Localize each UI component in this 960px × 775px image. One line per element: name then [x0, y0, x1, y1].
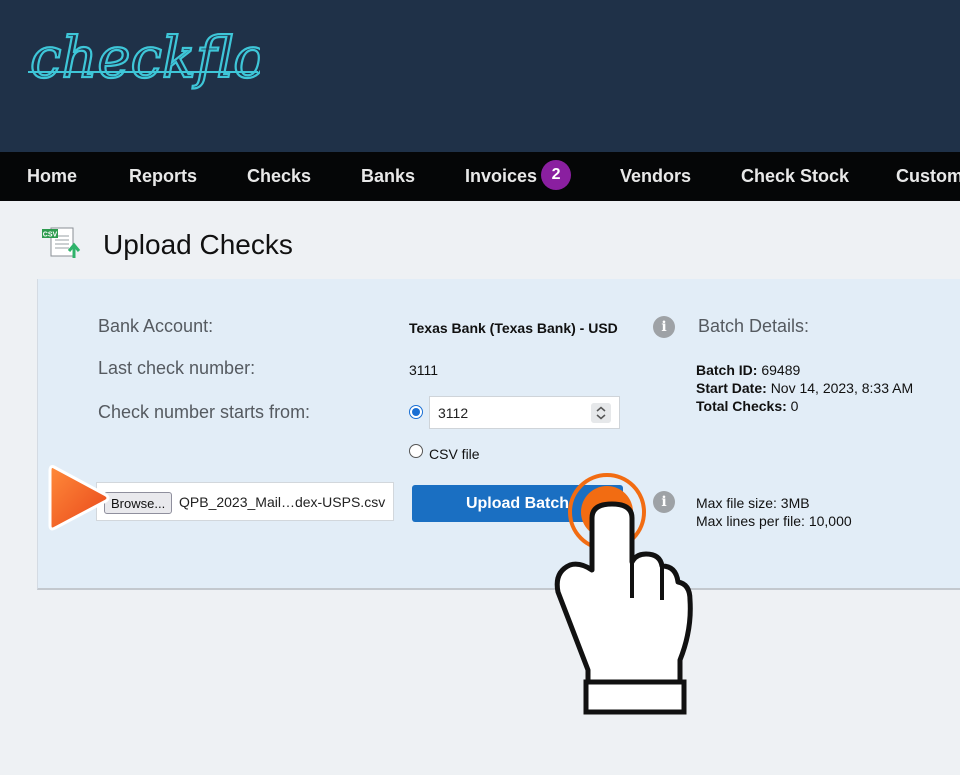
csv-upload-icon: CSV: [42, 227, 81, 258]
batch-details: Batch ID: 69489 Start Date: Nov 14, 2023…: [696, 361, 913, 415]
file-limits: Max file size: 3MB Max lines per file: 1…: [696, 494, 852, 530]
nav-checks[interactable]: Checks: [247, 152, 311, 201]
start-date-label: Start Date:: [696, 380, 767, 396]
total-checks-value: 0: [790, 398, 799, 414]
batch-id-row: Batch ID: 69489: [696, 361, 913, 379]
bank-info-icon[interactable]: i: [653, 316, 675, 338]
checkflo-logo[interactable]: checkflo: [28, 25, 260, 105]
max-file-size: Max file size: 3MB: [696, 495, 810, 511]
batch-id-value: 69489: [761, 362, 801, 378]
last-check-label: Last check number:: [98, 358, 256, 378]
file-input[interactable]: Browse... QPB_2023_Mail…dex-USPS.csv: [96, 482, 394, 521]
check-number-value: 3112: [438, 405, 469, 421]
max-lines: Max lines per file: 10,000: [696, 513, 852, 529]
invoices-count-badge: 2: [541, 160, 572, 191]
nav-invoices[interactable]: Invoices 2: [465, 152, 572, 201]
page-title: Upload Checks: [103, 229, 293, 260]
tap-hand-cursor-icon: [554, 473, 693, 715]
nav-reports[interactable]: Reports: [129, 152, 197, 201]
app-header: checkflo: [0, 0, 960, 152]
svg-text:CSV: CSV: [43, 232, 58, 239]
starts-from-radio[interactable]: [409, 405, 423, 419]
total-checks-row: Total Checks: 0: [696, 397, 913, 415]
csv-file-label: CSV file: [429, 446, 480, 462]
bank-account-label: Bank Account:: [98, 316, 214, 336]
csv-file-radio[interactable]: [409, 444, 423, 458]
batch-details-heading: Batch Details:: [698, 316, 810, 336]
batch-id-label: Batch ID:: [696, 362, 758, 378]
total-checks-label: Total Checks:: [696, 398, 787, 414]
last-check-value: 3111: [409, 362, 439, 378]
number-stepper[interactable]: [591, 403, 611, 423]
start-date-value: Nov 14, 2023, 8:33 AM: [770, 380, 914, 396]
orange-pointer-arrow-icon: [48, 465, 110, 531]
selected-file-name: QPB_2023_Mail…dex-USPS.csv: [179, 494, 386, 510]
bank-account-value: Texas Bank (Texas Bank) - USD: [409, 320, 618, 336]
svg-text:checkflo: checkflo: [30, 26, 260, 91]
nav-invoices-label: Invoices: [465, 166, 538, 186]
check-number-input[interactable]: 3112: [429, 396, 620, 429]
main-nav: Home Reports Checks Banks Invoices 2 Vend…: [0, 152, 960, 201]
nav-customers[interactable]: Customers: [896, 152, 960, 201]
browse-button[interactable]: Browse...: [104, 492, 173, 514]
nav-home[interactable]: Home: [27, 152, 77, 201]
nav-check-stock[interactable]: Check Stock: [741, 152, 849, 201]
starts-from-label: Check number starts from:: [98, 402, 311, 422]
start-date-row: Start Date: Nov 14, 2023, 8:33 AM: [696, 379, 913, 397]
nav-banks[interactable]: Banks: [361, 152, 415, 201]
nav-vendors[interactable]: Vendors: [620, 152, 691, 201]
